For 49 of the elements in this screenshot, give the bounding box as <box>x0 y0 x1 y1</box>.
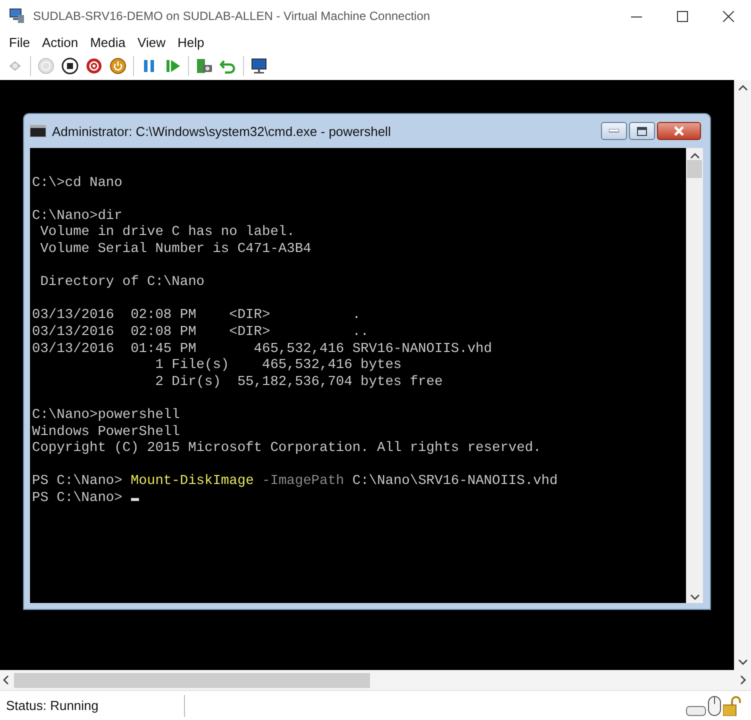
menu-item[interactable]: Help <box>171 34 210 50</box>
console-line: Windows PowerShell <box>32 424 181 441</box>
console-line: Directory of C:\Nano <box>39 275 206 292</box>
keyboard-icon <box>686 706 706 716</box>
menu-item[interactable]: View <box>132 34 172 50</box>
unlocked-padlock-icon <box>723 696 741 716</box>
vm-monitor-icon <box>9 8 25 24</box>
console-line: 1 File(s) 465,532,416 bytes <box>154 358 403 375</box>
restore-icon <box>637 126 647 136</box>
chevron-down-icon[interactable] <box>738 658 748 666</box>
console-line: Copyright (C) 2015 Microsoft Corporation. All rights reserved. <box>32 441 542 458</box>
monitor-icon[interactable] <box>250 57 268 75</box>
window-title: SUDLAB-SRV16-DEMO on SUDLAB-ALLEN - Virtual Machine Connection <box>33 9 432 23</box>
console-line: 2 Dir(s) 55,182,536,704 bytes free <box>154 374 444 392</box>
scrollbar-thumb[interactable] <box>687 160 702 178</box>
close-icon[interactable] <box>722 10 734 22</box>
close-button[interactable] <box>657 122 701 140</box>
console-prompt: PS C:\Nano> <box>32 490 124 506</box>
chevron-up-icon[interactable] <box>690 152 700 160</box>
menu-item[interactable]: Action <box>36 34 84 50</box>
menu-item[interactable]: File <box>3 34 36 50</box>
console-title: Administrator: C:\Windows\system32\cmd.exe - powershell <box>52 124 392 138</box>
chevron-down-icon[interactable] <box>690 593 700 601</box>
text-cursor <box>130 498 139 501</box>
cmd-icon <box>30 125 46 137</box>
console-line: C:\Nano>dir <box>32 208 124 225</box>
mouse-icon <box>708 696 721 716</box>
chevron-left-icon[interactable] <box>2 675 10 685</box>
minimize-button[interactable] <box>601 122 627 140</box>
chevron-up-icon[interactable] <box>738 84 748 92</box>
console-line: C:\Nano>powershell <box>32 408 181 424</box>
console-line: 03/13/2016 01:45 PM 465,532,416 SRV16-NANOIIS.vhd <box>32 342 493 358</box>
console-line: 03/13/2016 02:08 PM <DIR> . <box>32 308 362 325</box>
status-text: Status: Running <box>5 698 100 713</box>
console-line: 03/13/2016 02:08 PM <DIR> .. <box>32 324 370 342</box>
minimize-icon <box>609 129 619 133</box>
close-icon <box>674 126 684 136</box>
console-line: Volume in drive C has no label. <box>39 225 296 242</box>
maximize-icon[interactable] <box>676 10 688 22</box>
console-line: C:\>cd Nano <box>32 176 124 192</box>
play-icon[interactable] <box>164 57 182 75</box>
disk-camera-icon[interactable] <box>195 57 213 75</box>
maximize-button[interactable] <box>629 122 655 140</box>
console-line: Volume Serial Number is C471-A3B4 <box>39 242 312 259</box>
menu-item[interactable]: Media <box>84 34 132 50</box>
chevron-right-icon[interactable] <box>739 675 747 685</box>
console-line: PS C:\Nano> Mount-DiskImage -ImagePath C:\Nano\SRV16-NANOIIS.vhd <box>32 474 559 491</box>
stop-icon[interactable] <box>61 57 79 75</box>
scrollbar-thumb[interactable] <box>14 672 370 688</box>
